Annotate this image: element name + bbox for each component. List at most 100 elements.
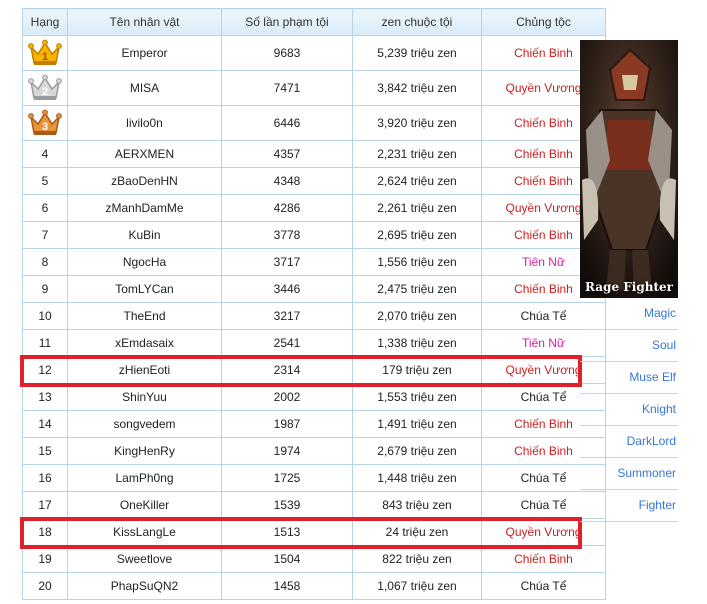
portrait-label: Rage Fighter <box>585 280 673 294</box>
cell-zen: 3,920 triệu zen <box>352 105 482 141</box>
cell-name: KingHenRy <box>67 437 222 465</box>
cell-zen: 2,695 triệu zen <box>352 221 482 249</box>
cell-rank: 16 <box>22 464 68 492</box>
cell-zen: 1,491 triệu zen <box>352 410 482 438</box>
cell-kills: 4286 <box>221 194 353 222</box>
table-row: 7 KuBin 3778 2,695 triệu zen Chiến Binh <box>22 221 606 249</box>
table-row: 20 PhapSuQN2 1458 1,067 triệu zen Chúa Tể <box>22 572 606 600</box>
cell-kills: 3446 <box>221 275 353 303</box>
class-link-soul[interactable]: Soul <box>580 330 678 362</box>
cell-kills: 2541 <box>221 329 353 357</box>
table-row: 16 LamPh0ng 1725 1,448 triệu zen Chúa Tể <box>22 464 606 492</box>
cell-rank: 6 <box>22 194 68 222</box>
header-rank: Hạng <box>22 8 68 36</box>
cell-rank: 2 <box>22 70 68 106</box>
cell-class: Chiến Binh <box>481 545 606 573</box>
cell-zen: 1,553 triệu zen <box>352 383 482 411</box>
cell-zen: 2,679 triệu zen <box>352 437 482 465</box>
cell-name: MISA <box>67 70 222 106</box>
cell-rank: 5 <box>22 167 68 195</box>
cell-name: xEmdasaix <box>67 329 222 357</box>
cell-rank: 3 <box>22 105 68 141</box>
cell-rank: 17 <box>22 491 68 519</box>
cell-zen: 1,338 triệu zen <box>352 329 482 357</box>
cell-kills: 4357 <box>221 140 353 168</box>
rage-fighter-artwork-icon <box>580 40 678 298</box>
cell-kills: 1987 <box>221 410 353 438</box>
cell-rank: 14 <box>22 410 68 438</box>
cell-name: TheEnd <box>67 302 222 330</box>
table-row: 3 livilo0n 6446 3,920 triệu zen Chiến Binh <box>22 105 606 141</box>
table-row: 11 xEmdasaix 2541 1,338 triệu zen Tiên Nữ <box>22 329 606 357</box>
table-row: 10 TheEnd 3217 2,070 triệu zen Chúa Tể <box>22 302 606 330</box>
table-row: 4 AERXMEN 4357 2,231 triệu zen Chiến Binh <box>22 140 606 168</box>
cell-zen: 843 triệu zen <box>352 491 482 519</box>
crown-bronze-icon: 3 <box>28 109 62 135</box>
cell-name: livilo0n <box>67 105 222 141</box>
cell-zen: 2,231 triệu zen <box>352 140 482 168</box>
cell-kills: 3217 <box>221 302 353 330</box>
cell-name: KuBin <box>67 221 222 249</box>
table-row: 2 MISA 7471 3,842 triệu zen Quyền Vương <box>22 70 606 106</box>
cell-zen: 1,067 triệu zen <box>352 572 482 600</box>
cell-rank: 10 <box>22 302 68 330</box>
cell-rank: 13 <box>22 383 68 411</box>
ranking-table: Hạng Tên nhân vật Số lần phạm tội zen ch… <box>22 8 606 600</box>
crown-gold-icon: 1 <box>28 39 62 65</box>
cell-name: songvedem <box>67 410 222 438</box>
cell-class: Chúa Tể <box>481 572 606 600</box>
table-row: 13 ShinYuu 2002 1,553 triệu zen Chúa Tể <box>22 383 606 411</box>
cell-kills: 1974 <box>221 437 353 465</box>
crown-silver-icon: 2 <box>28 74 62 100</box>
cell-name: PhapSuQN2 <box>67 572 222 600</box>
header-name: Tên nhân vật <box>67 8 222 36</box>
cell-name: ShinYuu <box>67 383 222 411</box>
crown-rank-number: 1 <box>42 51 48 63</box>
highlight-box-row-18 <box>20 517 582 549</box>
cell-rank: 9 <box>22 275 68 303</box>
table-header-row: Hạng Tên nhân vật Số lần phạm tội zen ch… <box>22 8 606 36</box>
cell-name: zBaoDenHN <box>67 167 222 195</box>
class-link-fighter[interactable]: Fighter <box>580 490 678 522</box>
class-link-muse-elf[interactable]: Muse Elf <box>580 362 678 394</box>
cell-name: AERXMEN <box>67 140 222 168</box>
cell-zen: 2,261 triệu zen <box>352 194 482 222</box>
cell-kills: 9683 <box>221 35 353 71</box>
cell-rank: 19 <box>22 545 68 573</box>
cell-rank: 7 <box>22 221 68 249</box>
cell-kills: 1504 <box>221 545 353 573</box>
table-row: 14 songvedem 1987 1,491 triệu zen Chiến Binh <box>22 410 606 438</box>
cell-rank: 20 <box>22 572 68 600</box>
cell-rank: 1 <box>22 35 68 71</box>
class-link-knight[interactable]: Knight <box>580 394 678 426</box>
cell-kills: 1725 <box>221 464 353 492</box>
class-link-magic[interactable]: Magic <box>580 298 678 330</box>
cell-zen: 2,070 triệu zen <box>352 302 482 330</box>
cell-kills: 3778 <box>221 221 353 249</box>
table-row: 1 Emperor 9683 5,239 triệu zen Chiến Binh <box>22 35 606 71</box>
cell-name: Emperor <box>67 35 222 71</box>
cell-kills: 1539 <box>221 491 353 519</box>
crown-rank-number: 2 <box>42 86 48 98</box>
class-link-summoner[interactable]: Summoner <box>580 458 678 490</box>
class-links-list: Magic Soul Muse Elf Knight DarkLord Summoner F… <box>580 298 678 522</box>
class-link-darklord[interactable]: DarkLord <box>580 426 678 458</box>
ranking-table-body: 1 Emperor 9683 5,239 triệu zen Chiến Binh 2 MI… <box>22 35 606 600</box>
cell-name: NgocHa <box>67 248 222 276</box>
cell-name: zManhDamMe <box>67 194 222 222</box>
cell-kills: 7471 <box>221 70 353 106</box>
cell-zen: 3,842 triệu zen <box>352 70 482 106</box>
table-row: 9 TomLYCan 3446 2,475 triệu zen Chiến Binh <box>22 275 606 303</box>
table-row: 17 OneKiller 1539 843 triệu zen Chúa Tể <box>22 491 606 519</box>
crown-rank-number: 3 <box>42 121 48 133</box>
cell-kills: 6446 <box>221 105 353 141</box>
cell-name: TomLYCan <box>67 275 222 303</box>
cell-zen: 2,624 triệu zen <box>352 167 482 195</box>
character-portrait[interactable]: Rage Fighter <box>580 40 678 298</box>
cell-kills: 2002 <box>221 383 353 411</box>
header-zen: zen chuộc tội <box>352 8 482 36</box>
table-row: 8 NgocHa 3717 1,556 triệu zen Tiên Nữ <box>22 248 606 276</box>
cell-name: Sweetlove <box>67 545 222 573</box>
cell-kills: 3717 <box>221 248 353 276</box>
cell-zen: 2,475 triệu zen <box>352 275 482 303</box>
